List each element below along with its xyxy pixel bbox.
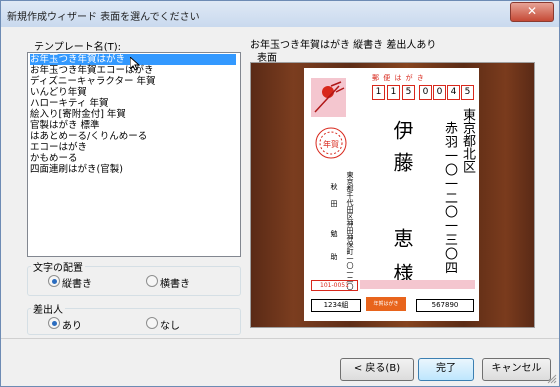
footer-separator [1,338,559,339]
template-listbox[interactable]: お年玉つき年賀はがき お年玉つき年賀エコーはがき ディズニーキャラクター 年賀 … [27,52,241,257]
recipient-address-2: 赤羽一〇一二〇一三〇四 [442,121,457,275]
sender-no-label: なし [160,321,180,332]
stamp-icon [311,78,346,117]
template-item[interactable]: かもめーる [30,153,78,164]
vertical-radio[interactable] [48,275,60,287]
sender-yes-radio[interactable] [48,317,60,329]
resize-grip-icon[interactable] [547,374,557,384]
zip-code-boxes: 1 1 5 0 0 4 5 [372,85,476,100]
sender-label: 差出人 [31,301,65,316]
text-layout-label: 文字の配置 [31,259,85,274]
horizontal-radio[interactable] [146,275,158,287]
sender-no-radio[interactable] [146,317,158,329]
recipient-surname: 伊藤 [390,120,414,184]
zip-digit: 4 [447,85,460,100]
sender-address: 東京都千代田区神田神保町一〇一二〇 [346,171,354,290]
sender-surname: 秋田 [330,183,338,217]
template-item[interactable]: ディズニーキャラクター 年賀 [30,76,155,87]
template-item[interactable]: エコーはがき [30,142,87,153]
card-header: 郵 便 は が き [372,74,425,82]
template-item[interactable]: 絵入り[寄附金付] 年賀 [30,109,126,120]
zip-digit: 1 [372,85,385,100]
pink-band [360,280,475,289]
template-item[interactable]: 四面連刷はがき(官製) [30,164,123,175]
lottery-group-number: 1234組 [311,299,361,312]
template-item[interactable]: 官製はがき 標準 [30,120,100,131]
cancel-button[interactable]: キャンセル [482,358,551,381]
back-button[interactable]: < 戻る(B) [340,358,414,381]
vertical-label: 縦書き [62,279,92,290]
sender-zip: 101-0051 [311,280,358,291]
postmark-icon: 年賀 [315,127,347,159]
sender-given-name-2: 助 [330,253,338,260]
recipient-address-1: 東京都北区 [460,108,475,173]
lottery-number: 567890 [416,299,474,312]
postcard: 年賀 郵 便 は が き 1 1 5 0 0 4 5 東京都北区 赤羽一〇一二〇… [304,68,479,321]
preview-heading: お年玉つき年賀はがき 縦書き 差出人あり [250,40,437,51]
template-item[interactable]: ハローキティ 年賀 [30,98,108,109]
template-item[interactable]: はあとめーる/くりんめーる [30,131,147,142]
postcard-preview: 年賀 郵 便 は が き 1 1 5 0 0 4 5 東京都北区 赤羽一〇一二〇… [250,62,535,328]
zip-digit: 0 [419,85,432,100]
zip-digit: 5 [402,85,415,100]
zip-digit: 5 [461,85,474,100]
mouse-cursor-icon [130,57,140,71]
sender-given-name: 勉 [330,230,338,237]
template-item[interactable]: いんどり年賀 [30,87,87,98]
svg-text:年賀: 年賀 [323,139,339,149]
close-button[interactable]: ✕ [510,2,554,22]
lottery-logo: 年賀はがき [366,297,406,311]
sender-yes-label: あり [62,321,82,332]
title-bar: 新規作成ウィザード 表面を選んでください ✕ [1,1,559,27]
window-title: 新規作成ウィザード 表面を選んでください [7,12,200,23]
finish-button[interactable]: 完了 [418,358,474,381]
horizontal-label: 横書き [160,279,190,290]
recipient-given-name: 恵 [390,228,414,248]
zip-digit: 1 [387,85,400,100]
wizard-window: 新規作成ウィザード 表面を選んでください ✕ テンプレート名(T): お年玉つき… [0,0,560,387]
zip-digit: 0 [433,85,446,100]
template-label: テンプレート名(T): [34,42,121,53]
